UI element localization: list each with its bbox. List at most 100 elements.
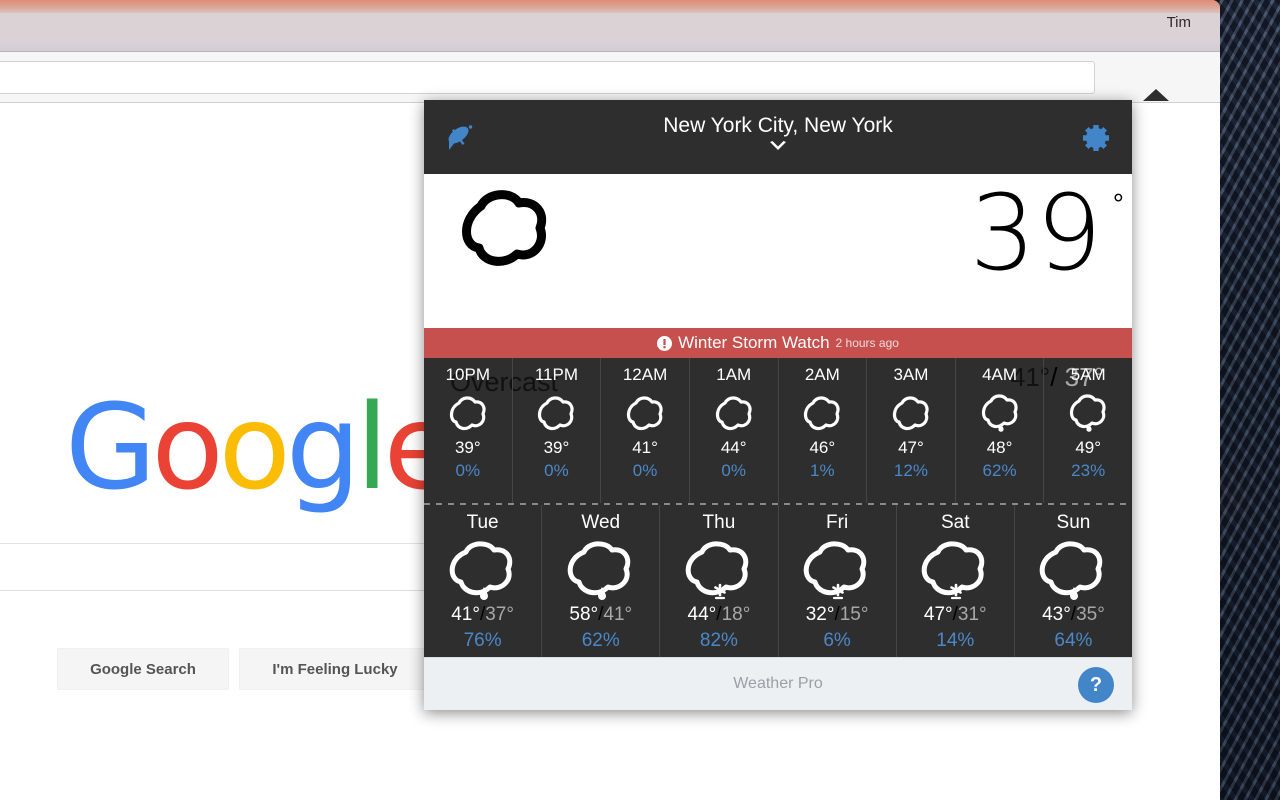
cloud-icon <box>714 394 754 432</box>
daily-cell[interactable]: Fri 32°/15° 6% <box>778 505 896 667</box>
popup-footer: Weather Pro ? <box>424 657 1132 710</box>
cloud-icon <box>448 394 488 432</box>
day-low: 18° <box>722 604 751 625</box>
day-label: Sun <box>1015 512 1132 534</box>
hour-temp: 48° <box>956 438 1044 458</box>
logo-letter: o <box>219 378 286 516</box>
current-conditions-panel: Overcast 39 ° 41°/ 37° <box>424 174 1132 328</box>
hour-label: 12AM <box>601 365 689 385</box>
popup-header: New York City, New York <box>424 100 1132 174</box>
logo-letter: l <box>356 378 384 516</box>
cloud-rain-icon <box>446 540 520 600</box>
hourly-cell[interactable]: 2AM 46° 1% <box>778 358 867 503</box>
alert-timestamp: 2 hours ago <box>836 336 899 350</box>
cloud-icon <box>802 394 842 432</box>
cloud-snow-icon <box>682 540 756 600</box>
hourly-cell[interactable]: 4AM 48° 62% <box>955 358 1044 503</box>
cloud-icon <box>625 394 665 432</box>
day-high: 32° <box>806 604 835 625</box>
daily-cell[interactable]: Tue 41°/37° 76% <box>424 505 541 667</box>
daily-forecast-strip: Tue 41°/37° 76% Wed 58°/41° 62% Thu 44°/… <box>424 505 1132 667</box>
day-low: 31° <box>958 604 987 625</box>
daily-cell[interactable]: Sat 47°/31° 14% <box>896 505 1014 667</box>
cloud-rain-icon <box>564 540 638 600</box>
day-low: 15° <box>840 604 869 625</box>
hour-label: 10PM <box>424 365 512 385</box>
hour-temp: 39° <box>513 438 601 458</box>
hour-label: 11PM <box>513 365 601 385</box>
help-button[interactable]: ? <box>1078 667 1114 703</box>
hour-precip: 23% <box>1044 461 1132 481</box>
google-search-button[interactable]: Google Search <box>57 648 229 690</box>
cloud-snow-icon <box>800 540 874 600</box>
popup-location-title: New York City, New York <box>424 114 1132 138</box>
day-precip: 76% <box>424 630 541 652</box>
day-precip: 6% <box>779 630 896 652</box>
day-high-low: 41°/37° <box>424 604 541 626</box>
hour-precip: 0% <box>690 461 778 481</box>
hour-label: 4AM <box>956 365 1044 385</box>
popup-pointer-arrow <box>1143 89 1169 101</box>
day-high-low: 58°/41° <box>542 604 659 626</box>
profile-name-label[interactable]: Tim <box>1167 14 1191 31</box>
hour-label: 2AM <box>779 365 867 385</box>
google-logo: Google <box>65 378 451 516</box>
hour-label: 5AM <box>1044 365 1132 385</box>
cloud-icon <box>453 186 558 271</box>
hourly-cell[interactable]: 1AM 44° 0% <box>689 358 778 503</box>
hourly-cell[interactable]: 3AM 47° 12% <box>866 358 955 503</box>
browser-window: Tim 37 Google Google <box>0 0 1220 800</box>
address-bar-input[interactable] <box>0 61 1095 94</box>
hourly-forecast-strip: 10PM 39° 0% 11PM 39° 0% 12AM 41° 0% 1AM … <box>424 358 1132 503</box>
feeling-lucky-button[interactable]: I'm Feeling Lucky <box>239 648 431 690</box>
browser-toolbar: 37 <box>0 52 1220 103</box>
hourly-cell[interactable]: 11PM 39° 0% <box>512 358 601 503</box>
day-label: Tue <box>424 512 541 534</box>
hourly-cell[interactable]: 12AM 41° 0% <box>600 358 689 503</box>
day-high: 58° <box>569 604 598 625</box>
weather-extension-popup: New York City, New York Overcast 39 ° 41… <box>424 100 1132 710</box>
hour-temp: 47° <box>867 438 955 458</box>
day-low: 41° <box>603 604 632 625</box>
day-high: 47° <box>924 604 953 625</box>
day-high-low: 32°/15° <box>779 604 896 626</box>
current-temperature: 39 <box>970 168 1102 298</box>
day-precip: 14% <box>897 630 1014 652</box>
temperature-degree-symbol: ° <box>1113 188 1124 220</box>
weather-alert-banner[interactable]: Winter Storm Watch 2 hours ago <box>424 328 1132 358</box>
logo-letter: o <box>151 378 218 516</box>
cloud-rain-icon <box>980 394 1020 432</box>
day-high-low: 43°/35° <box>1015 604 1132 626</box>
day-high-low: 44°/18° <box>660 604 777 626</box>
cloud-snow-icon <box>918 540 992 600</box>
browser-titlebar: Tim <box>0 0 1220 52</box>
day-high: 44° <box>688 604 717 625</box>
chevron-down-icon <box>768 141 788 152</box>
daily-cell[interactable]: Wed 58°/41° 62% <box>541 505 659 667</box>
hour-temp: 39° <box>424 438 512 458</box>
daily-cell[interactable]: Thu 44°/18° 82% <box>659 505 777 667</box>
cloud-icon <box>891 394 931 432</box>
day-low: 35° <box>1076 604 1105 625</box>
hour-precip: 0% <box>513 461 601 481</box>
hourly-cell[interactable]: 5AM 49° 23% <box>1043 358 1132 503</box>
day-precip: 64% <box>1015 630 1132 652</box>
day-precip: 62% <box>542 630 659 652</box>
day-low: 37° <box>485 604 514 625</box>
hourly-cell[interactable]: 10PM 39° 0% <box>424 358 512 503</box>
day-high-low: 47°/31° <box>897 604 1014 626</box>
daily-cell[interactable]: Sun 43°/35° 64% <box>1014 505 1132 667</box>
hour-temp: 44° <box>690 438 778 458</box>
exclamation-circle-icon <box>657 336 672 351</box>
alert-title: Winter Storm Watch <box>678 333 829 353</box>
gear-icon[interactable] <box>1078 120 1114 156</box>
hour-precip: 1% <box>779 461 867 481</box>
day-precip: 82% <box>660 630 777 652</box>
day-label: Wed <box>542 512 659 534</box>
footer-brand-label: Weather Pro <box>733 675 823 693</box>
day-label: Sat <box>897 512 1014 534</box>
cloud-rain-icon <box>1068 394 1108 432</box>
cloud-icon <box>536 394 576 432</box>
cloud-rain-icon <box>1036 540 1110 600</box>
popup-location-selector[interactable]: New York City, New York <box>424 114 1132 152</box>
